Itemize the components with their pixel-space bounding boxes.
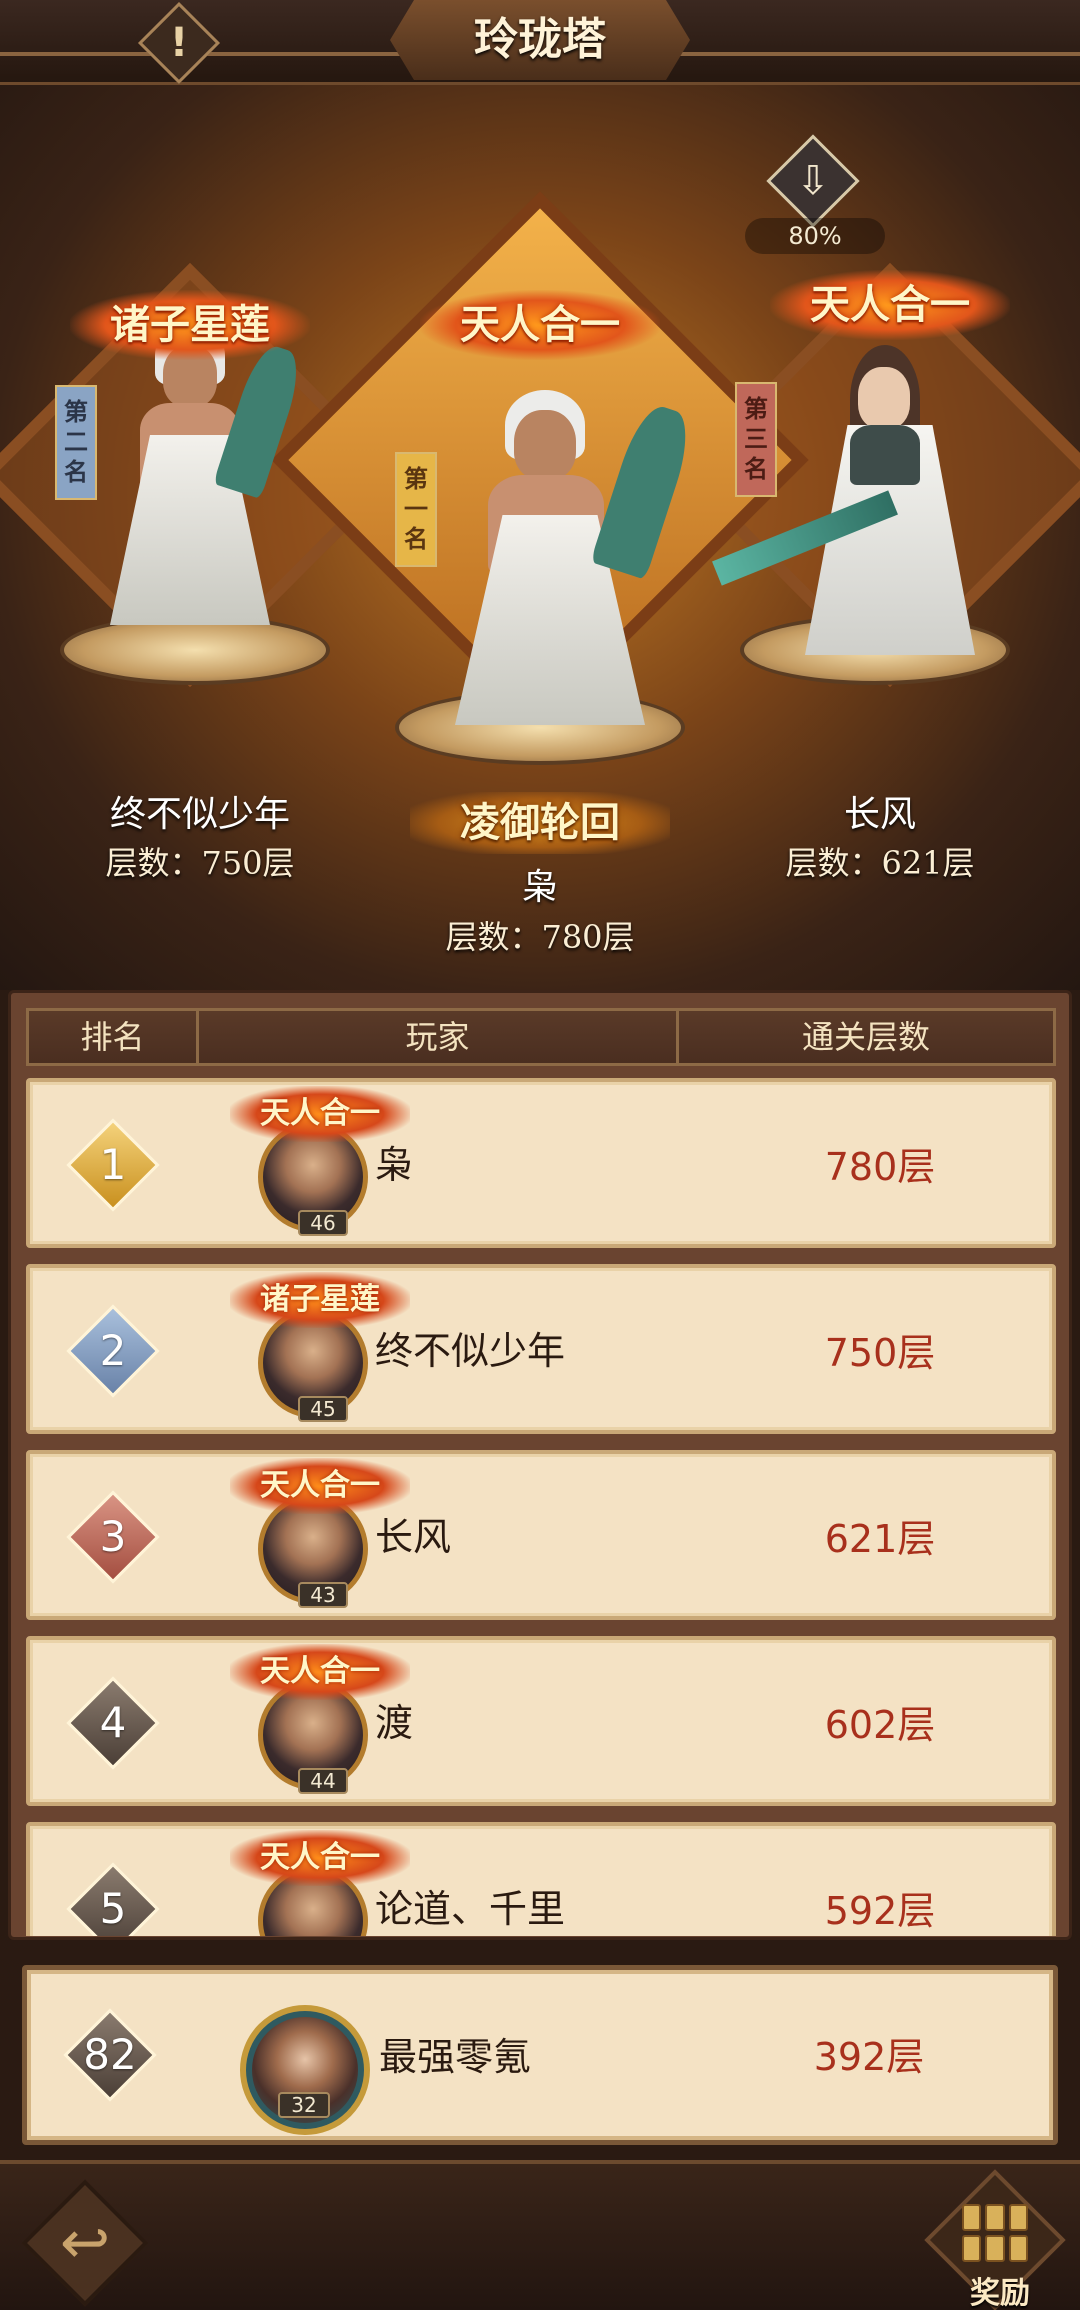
rank-number: 3: [99, 1512, 127, 1561]
rank-tag-third: 第三名: [735, 382, 777, 497]
rank-tag-first: 第一名: [395, 452, 437, 567]
player-title-badge: 诸子星莲: [230, 1272, 410, 1328]
rank-tag-second: 第二名: [55, 385, 97, 500]
player-floors: 750层: [824, 1331, 936, 1375]
ranking-row[interactable]: 2 诸子星莲 45 终不似少年 750层: [26, 1264, 1056, 1434]
bottom-bar: [0, 2160, 1080, 2310]
player-level: 46: [298, 1210, 348, 1236]
title-banner-first: 凌御轮回: [410, 792, 670, 854]
page-title: 玲珑塔: [474, 14, 606, 65]
rank-number: 1: [99, 1140, 127, 1189]
player-name: 枭: [375, 1143, 414, 1187]
podium-floors-first: 层数：780层: [445, 918, 635, 956]
podium-name-first: 枭: [521, 867, 558, 908]
player-level: 43: [298, 1582, 348, 1608]
title-badge-third: 天人合一: [770, 270, 1010, 340]
header-player: 玩家: [199, 1011, 679, 1063]
title-badge-second: 诸子星莲: [70, 290, 310, 360]
treasure-icon[interactable]: [958, 2200, 1032, 2266]
podium-floors-third: 层数：621层: [785, 844, 975, 882]
ranking-row[interactable]: 5 天人合一 论道、千里 592层: [26, 1822, 1056, 1936]
player-floors: 592层: [824, 1889, 936, 1933]
player-level: 45: [298, 1396, 348, 1422]
podium-name-second: 终不似少年: [109, 794, 290, 835]
podium-floors-second: 层数：750层: [105, 844, 295, 882]
player-floors: 602层: [824, 1703, 936, 1747]
podium-name-third: 长风: [843, 794, 916, 835]
my-player-name: 最强零氪: [379, 2035, 532, 2079]
exclamation-icon[interactable]: !: [150, 14, 208, 72]
back-arrow-icon[interactable]: ↩: [40, 2198, 130, 2288]
player-title-badge: 天人合一: [230, 1644, 410, 1700]
ranking-table-header: 排名 玩家 通关层数: [26, 1008, 1056, 1066]
player-title-badge: 天人合一: [230, 1086, 410, 1142]
ranking-list[interactable]: 1 天人合一 46 枭 780层 2 诸子星莲 45 终不似少年 750层 3 …: [26, 1078, 1056, 1936]
player-floors: 621层: [824, 1517, 936, 1561]
rank-number: 5: [99, 1884, 127, 1933]
player-floors: 780层: [824, 1145, 936, 1189]
rank-number: 4: [99, 1698, 127, 1747]
player-name: 长风: [375, 1515, 452, 1559]
header-rank: 排名: [29, 1011, 199, 1063]
download-arrow-icon[interactable]: ⇩: [780, 148, 846, 214]
player-level: 44: [298, 1768, 348, 1794]
my-player-level: 32: [278, 2092, 330, 2118]
ranking-row[interactable]: 4 天人合一 44 渡 602层: [26, 1636, 1056, 1806]
player-title-badge: 天人合一: [230, 1458, 410, 1514]
player-name: 终不似少年: [375, 1329, 566, 1373]
header-floors: 通关层数: [801, 1018, 930, 1056]
rank-number: 2: [99, 1326, 127, 1375]
player-title-badge: 天人合一: [230, 1830, 410, 1886]
character-first[interactable]: [400, 310, 700, 730]
reward-label[interactable]: 奖励: [945, 2268, 1055, 2310]
progress-percent: 80%: [745, 218, 885, 254]
my-player-floors: 392层: [813, 2035, 925, 2079]
ranking-row[interactable]: 1 天人合一 46 枭 780层: [26, 1078, 1056, 1248]
title-badge-first: 天人合一: [420, 290, 660, 360]
player-name: 论道、千里: [375, 1887, 566, 1931]
ranking-row[interactable]: 3 天人合一 43 长风 621层: [26, 1450, 1056, 1620]
my-rank-row[interactable]: 82 最强零氪 392层: [22, 1965, 1058, 2145]
my-rank-number: 82: [83, 2030, 137, 2079]
player-name: 渡: [375, 1701, 414, 1745]
